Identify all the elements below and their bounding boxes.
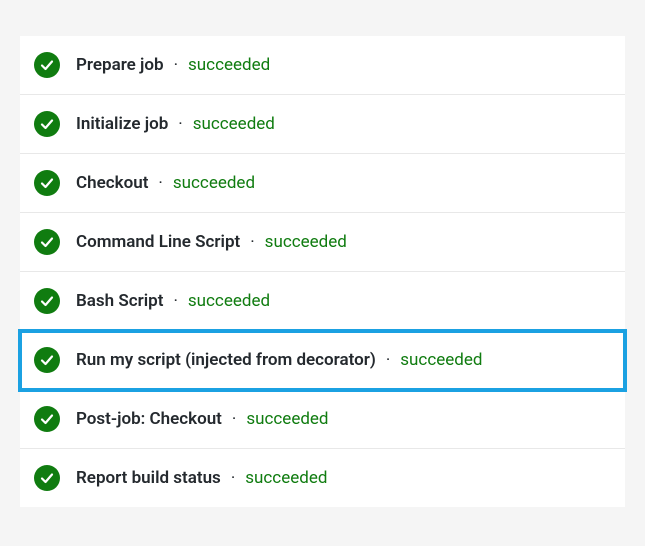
step-status: succeeded (245, 468, 327, 488)
step-content: Bash Script · succeeded (76, 291, 270, 311)
step-row-report-build-status[interactable]: Report build status · succeeded (20, 449, 625, 507)
step-status: succeeded (265, 232, 347, 252)
success-check-icon (34, 170, 60, 196)
pipeline-steps-list: Prepare job · succeeded Initialize job ·… (20, 36, 625, 507)
success-check-icon (34, 52, 60, 78)
success-check-icon (34, 111, 60, 137)
step-label: Bash Script (76, 291, 163, 311)
step-status: succeeded (188, 55, 270, 75)
step-status: succeeded (173, 173, 255, 193)
step-label: Run my script (injected from decorator) (76, 350, 376, 370)
step-separator: · (231, 468, 235, 488)
step-row-initialize-job[interactable]: Initialize job · succeeded (20, 95, 625, 154)
step-row-command-line-script[interactable]: Command Line Script · succeeded (20, 213, 625, 272)
step-row-prepare-job[interactable]: Prepare job · succeeded (20, 36, 625, 95)
step-status: succeeded (246, 409, 328, 429)
step-content: Command Line Script · succeeded (76, 232, 347, 252)
step-content: Initialize job · succeeded (76, 114, 275, 134)
step-content: Checkout · succeeded (76, 173, 255, 193)
step-label: Initialize job (76, 114, 168, 134)
step-label: Prepare job (76, 55, 164, 75)
step-row-checkout[interactable]: Checkout · succeeded (20, 154, 625, 213)
success-check-icon (34, 229, 60, 255)
step-status: succeeded (188, 291, 270, 311)
step-label: Checkout (76, 173, 148, 193)
step-status: succeeded (400, 350, 482, 370)
step-label: Command Line Script (76, 232, 240, 252)
step-separator: · (174, 55, 178, 75)
success-check-icon (34, 288, 60, 314)
step-separator: · (178, 114, 182, 134)
step-separator: · (250, 232, 254, 252)
step-separator: · (232, 409, 236, 429)
step-label: Post-job: Checkout (76, 409, 222, 429)
step-separator: · (173, 291, 177, 311)
step-content: Post-job: Checkout · succeeded (76, 409, 329, 429)
step-status: succeeded (193, 114, 275, 134)
step-content: Run my script (injected from decorator) … (76, 350, 482, 370)
step-row-post-job-checkout[interactable]: Post-job: Checkout · succeeded (20, 390, 625, 449)
step-separator: · (386, 350, 390, 370)
success-check-icon (34, 406, 60, 432)
step-separator: · (158, 173, 162, 193)
success-check-icon (34, 347, 60, 373)
step-row-bash-script[interactable]: Bash Script · succeeded (20, 272, 625, 331)
step-label: Report build status (76, 468, 221, 488)
step-row-run-my-script[interactable]: Run my script (injected from decorator) … (20, 331, 625, 390)
step-content: Report build status · succeeded (76, 468, 327, 488)
success-check-icon (34, 465, 60, 491)
step-content: Prepare job · succeeded (76, 55, 270, 75)
